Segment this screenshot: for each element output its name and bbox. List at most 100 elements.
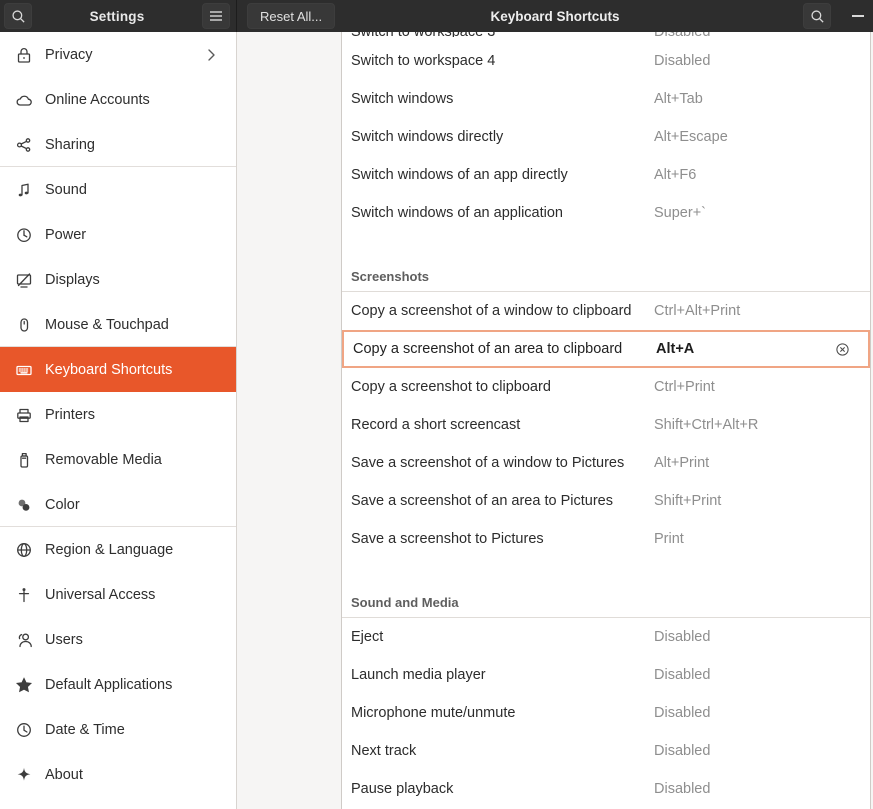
shortcut-row[interactable]: Launch media player Disabled — [342, 656, 870, 694]
globe-icon — [9, 541, 39, 559]
shortcut-accelerator: Shift+Ctrl+Alt+R — [654, 417, 759, 433]
sparkle-icon — [9, 766, 39, 784]
shortcut-accelerator: Alt+F6 — [654, 167, 697, 183]
sidebar-item-displays[interactable]: Displays — [0, 257, 236, 302]
accessibility-icon — [9, 586, 39, 604]
sidebar-item-label: Displays — [45, 271, 100, 288]
sidebar-item-default-applications[interactable]: Default Applications — [0, 662, 236, 707]
shortcut-name: Next track — [351, 743, 417, 759]
clock-icon — [9, 721, 39, 739]
shortcut-accelerator: Alt+Tab — [654, 91, 703, 107]
sidebar-item-date-time[interactable]: Date & Time — [0, 707, 236, 752]
sidebar-item-online-accounts[interactable]: Online Accounts — [0, 77, 236, 122]
shortcut-row[interactable]: Save a screenshot of a window to Picture… — [342, 444, 870, 482]
shortcut-row[interactable]: Switch windows directly Alt+Escape — [342, 118, 870, 156]
shortcut-row[interactable]: Eject Disabled — [342, 618, 870, 656]
shortcut-accelerator: Super+` — [654, 205, 706, 221]
sidebar-item-label: Keyboard Shortcuts — [45, 361, 173, 378]
shortcut-name: Save a screenshot to Pictures — [351, 531, 544, 547]
shortcut-row-selected[interactable]: Copy a screenshot of an area to clipboar… — [342, 330, 870, 368]
search-icon[interactable] — [4, 3, 32, 29]
shortcut-name: Record a short screencast — [351, 417, 521, 433]
sidebar-item-label: Region & Language — [45, 541, 174, 558]
shortcut-row[interactable]: Switch windows Alt+Tab — [342, 80, 870, 118]
sidebar-item-mouse-touchpad[interactable]: Mouse & Touchpad — [0, 302, 236, 347]
shortcut-name: Launch media player — [351, 667, 486, 683]
sidebar-item-label: Power — [45, 226, 87, 243]
shortcut-row[interactable]: Copy a screenshot to clipboard Ctrl+Print — [342, 368, 870, 406]
window-body: Privacy Online Accounts Sharing Sound Power D… — [0, 32, 873, 809]
sidebar-item-power[interactable]: Power — [0, 212, 236, 257]
shortcut-accelerator: Disabled — [654, 53, 711, 69]
display-icon — [9, 271, 39, 289]
sidebar-item-label: Removable Media — [45, 451, 162, 468]
hamburger-menu-icon[interactable] — [202, 3, 230, 29]
lock-icon — [9, 46, 39, 64]
sidebar-item-region-language[interactable]: Region & Language — [0, 527, 236, 572]
shortcut-row[interactable]: Switch windows of an app directly Alt+F6 — [342, 156, 870, 194]
app-title: Settings — [89, 8, 145, 24]
shortcut-row[interactable]: Switch to workspace 3Disabled — [342, 32, 870, 42]
shortcut-name: Switch to workspace 3 — [351, 32, 654, 37]
minimize-icon[interactable] — [843, 0, 873, 32]
sidebar-item-sharing[interactable]: Sharing — [0, 122, 236, 167]
shortcut-row[interactable]: Switch to workspace 4 Disabled — [342, 42, 870, 80]
shortcut-accelerator: Alt+Escape — [654, 129, 728, 145]
sidebar-item-label: About — [45, 766, 83, 783]
shortcut-accelerator: Disabled — [654, 667, 711, 683]
usb-drive-icon — [9, 451, 39, 469]
window-titlebar: Settings Reset All... Keyboard Shortcuts — [0, 0, 873, 32]
shortcut-name: Copy a screenshot of a window to clipboa… — [351, 303, 632, 319]
shortcut-name: Microphone mute/unmute — [351, 705, 516, 721]
shortcut-accelerator: Disabled — [654, 781, 711, 797]
shortcuts-list[interactable]: Switch to workspace 3DisabledSwitch to w… — [341, 32, 871, 809]
shortcut-accelerator: Shift+Print — [654, 493, 722, 509]
shortcut-accelerator: Disabled — [654, 705, 711, 721]
shortcut-row[interactable]: Save a screenshot to Pictures Print — [342, 520, 870, 558]
sidebar-item-about[interactable]: About — [0, 752, 236, 797]
sidebar-item-color[interactable]: Color — [0, 482, 236, 527]
sidebar-item-users[interactable]: Users — [0, 617, 236, 662]
shortcut-accelerator: Alt+A — [656, 341, 695, 357]
shortcut-name: Save a screenshot of an area to Pictures — [351, 493, 613, 509]
sidebar-item-privacy[interactable]: Privacy — [0, 32, 236, 77]
sidebar-item-universal-access[interactable]: Universal Access — [0, 572, 236, 617]
shortcut-row[interactable]: Save a screenshot of an area to Pictures… — [342, 482, 870, 520]
mouse-icon — [9, 316, 39, 334]
shortcut-row[interactable]: Next track Disabled — [342, 732, 870, 770]
section-header: Screenshots — [342, 254, 870, 292]
sidebar-item-label: Privacy — [45, 46, 93, 63]
shortcut-name: Switch windows of an app directly — [351, 167, 568, 183]
shortcut-row[interactable]: Copy a screenshot of a window to clipboa… — [342, 292, 870, 330]
shortcut-row[interactable]: Record a short screencast Shift+Ctrl+Alt+… — [342, 406, 870, 444]
sidebar-item-removable-media[interactable]: Removable Media — [0, 437, 236, 482]
users-icon — [9, 631, 39, 649]
sidebar-item-printers[interactable]: Printers — [0, 392, 236, 437]
shortcut-name: Copy a screenshot of an area to clipboar… — [353, 341, 623, 357]
music-note-icon — [9, 181, 39, 199]
sidebar-item-sound[interactable]: Sound — [0, 167, 236, 212]
reset-all-button[interactable]: Reset All... — [247, 3, 336, 29]
shortcut-row[interactable]: Switch windows of an application Super+` — [342, 194, 870, 232]
section-header: Sound and Media — [342, 580, 870, 618]
settings-sidebar[interactable]: Privacy Online Accounts Sharing Sound Power D… — [0, 32, 237, 809]
sidebar-item-label: Online Accounts — [45, 91, 150, 108]
shortcut-row[interactable]: Microphone mute/unmute Disabled — [342, 694, 870, 732]
sidebar-item-label: Default Applications — [45, 676, 173, 693]
shortcut-accelerator: Print — [654, 531, 684, 547]
sidebar-item-label: Sound — [45, 181, 87, 198]
shortcut-accelerator: Alt+Print — [654, 455, 710, 471]
sidebar-item-keyboard-shortcuts[interactable]: Keyboard Shortcuts — [0, 347, 236, 392]
chevron-right-icon — [207, 48, 216, 62]
cancel-circle-icon[interactable] — [835, 342, 850, 357]
shortcuts-content: Switch to workspace 3DisabledSwitch to w… — [237, 32, 873, 809]
keyboard-icon — [9, 361, 39, 379]
cloud-icon — [9, 91, 39, 109]
shortcut-name: Pause playback — [351, 781, 454, 797]
sidebar-item-label: Color — [45, 496, 80, 513]
power-icon — [9, 226, 39, 244]
printer-icon — [9, 406, 39, 424]
search-icon[interactable] — [803, 3, 831, 29]
shortcut-row[interactable]: Pause playback Disabled — [342, 770, 870, 808]
titlebar-right-pane: Reset All... Keyboard Shortcuts — [237, 0, 873, 32]
